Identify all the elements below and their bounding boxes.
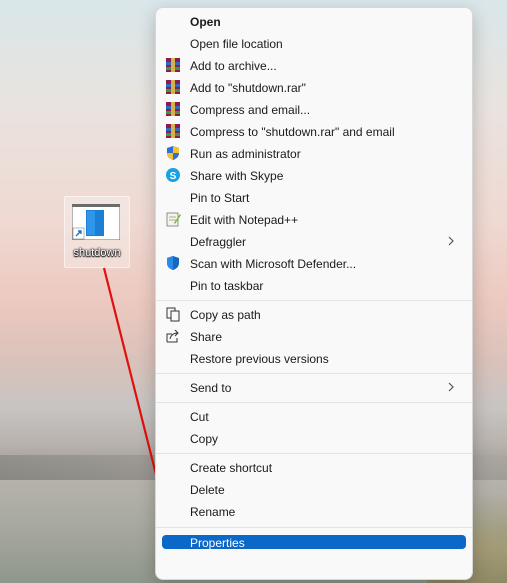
menu-item-label: Copy bbox=[190, 432, 219, 446]
menu-item-copy-as-path[interactable]: Copy as path bbox=[162, 304, 466, 326]
menu-item-label: Add to "shutdown.rar" bbox=[190, 81, 306, 95]
menu-item-rename[interactable]: Rename bbox=[162, 501, 466, 523]
winrar-icon bbox=[166, 80, 180, 94]
menu-item-copy[interactable]: Copy bbox=[162, 428, 466, 450]
chevron-right-icon bbox=[448, 236, 454, 246]
menu-item-label: Add to archive... bbox=[190, 59, 277, 73]
menu-item-label: Share with Skype bbox=[190, 169, 284, 183]
share-icon bbox=[166, 329, 179, 343]
menu-item-add-to-archive[interactable]: Add to archive... bbox=[162, 55, 466, 77]
copy-path-icon bbox=[166, 307, 180, 322]
menu-separator bbox=[156, 300, 472, 301]
menu-item-label: Pin to taskbar bbox=[190, 279, 264, 293]
menu-item-label: Share bbox=[190, 330, 223, 344]
menu-item-scan-with-defender[interactable]: Scan with Microsoft Defender... bbox=[162, 253, 466, 275]
menu-item-send-to[interactable]: Send to bbox=[162, 377, 466, 399]
menu-item-label: Pin to Start bbox=[190, 191, 250, 205]
menu-separator bbox=[156, 402, 472, 403]
menu-item-label: Cut bbox=[190, 410, 209, 424]
menu-item-label: Scan with Microsoft Defender... bbox=[190, 257, 357, 271]
menu-item-delete[interactable]: Delete bbox=[162, 479, 466, 501]
uac-shield-icon bbox=[167, 146, 179, 160]
svg-text:S: S bbox=[170, 171, 177, 182]
menu-item-label: Properties bbox=[190, 536, 245, 550]
chevron-right-icon bbox=[448, 382, 454, 392]
menu-item-label: Create shortcut bbox=[190, 461, 273, 475]
winrar-icon bbox=[166, 102, 180, 116]
menu-item-label: Restore previous versions bbox=[190, 352, 329, 366]
menu-item-compress-to-rar-and-email[interactable]: Compress to "shutdown.rar" and email bbox=[162, 121, 466, 143]
menu-item-label: Compress and email... bbox=[190, 103, 311, 117]
menu-item-label: Open file location bbox=[190, 37, 283, 51]
menu-item-run-as-administrator[interactable]: Run as administrator bbox=[162, 143, 466, 165]
menu-item-label: Open bbox=[190, 15, 221, 29]
menu-separator bbox=[156, 373, 472, 374]
winrar-icon bbox=[166, 58, 180, 72]
menu-separator bbox=[156, 527, 472, 528]
menu-item-edit-with-notepad-plus-plus[interactable]: Edit with Notepad++ bbox=[162, 209, 466, 231]
menu-item-add-to-shutdown-rar[interactable]: Add to "shutdown.rar" bbox=[162, 77, 466, 99]
menu-item-share[interactable]: Share bbox=[162, 326, 466, 348]
menu-item-label: Delete bbox=[190, 483, 225, 497]
menu-item-label: Defraggler bbox=[190, 235, 247, 249]
menu-separator bbox=[156, 453, 472, 454]
menu-item-restore-previous-versions[interactable]: Restore previous versions bbox=[162, 348, 466, 370]
winrar-icon bbox=[166, 124, 180, 138]
menu-item-properties[interactable]: Properties bbox=[162, 535, 466, 550]
menu-item-label: Send to bbox=[190, 381, 232, 395]
menu-item-pin-to-start[interactable]: Pin to Start bbox=[162, 187, 466, 209]
menu-item-share-with-skype[interactable]: S Share with Skype bbox=[162, 165, 466, 187]
menu-item-defraggler[interactable]: Defraggler bbox=[162, 231, 466, 253]
menu-item-open-file-location[interactable]: Open file location bbox=[162, 33, 466, 55]
defender-shield-icon bbox=[167, 256, 179, 270]
menu-item-open[interactable]: Open bbox=[162, 11, 466, 33]
menu-item-label: Copy as path bbox=[190, 308, 261, 322]
menu-item-cut[interactable]: Cut bbox=[162, 406, 466, 428]
context-menu: Open Open file location Add to archive..… bbox=[155, 7, 473, 580]
menu-item-create-shortcut[interactable]: Create shortcut bbox=[162, 457, 466, 479]
menu-item-label: Run as administrator bbox=[190, 147, 301, 161]
menu-item-label: Edit with Notepad++ bbox=[190, 213, 299, 227]
menu-item-label: Compress to "shutdown.rar" and email bbox=[190, 125, 395, 139]
menu-item-pin-to-taskbar[interactable]: Pin to taskbar bbox=[162, 275, 466, 297]
menu-item-label: Rename bbox=[190, 505, 236, 519]
skype-icon: S bbox=[166, 168, 180, 182]
menu-item-compress-and-email[interactable]: Compress and email... bbox=[162, 99, 466, 121]
notepad-plus-plus-icon bbox=[166, 212, 181, 227]
